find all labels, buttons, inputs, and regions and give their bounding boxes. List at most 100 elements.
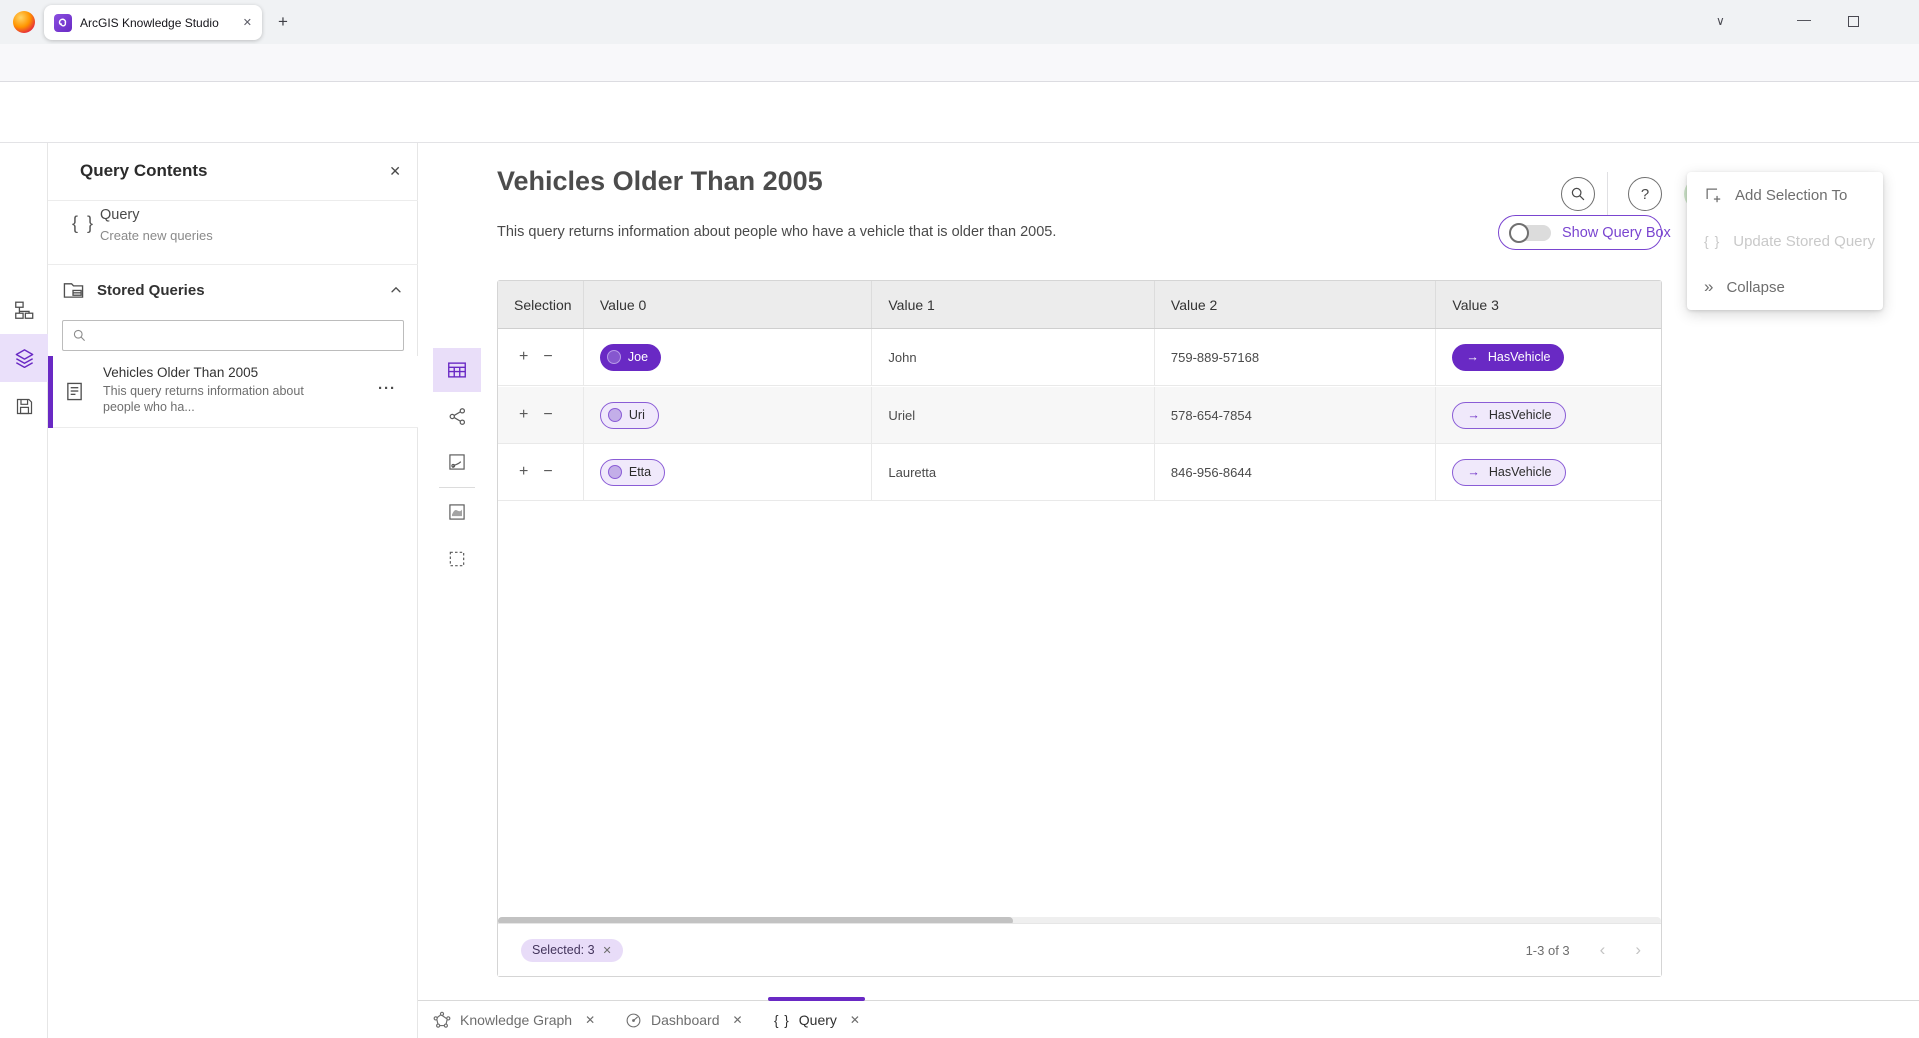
entity-dot-icon [608, 408, 622, 422]
entity-dot-icon [607, 350, 621, 364]
list-tabs-icon[interactable]: ∨ [1716, 14, 1725, 28]
menu-item-label: Add Selection To [1735, 187, 1847, 204]
selected-indicator [48, 356, 53, 428]
query-results-table: Selection Value 0 Value 1 Value 2 Value … [497, 280, 1662, 977]
tab-query[interactable]: { } Query ✕ [774, 1001, 860, 1038]
header-divider [1607, 172, 1608, 217]
cell-value2: 578-654-7854 [1155, 387, 1437, 443]
stored-query-title: Vehicles Older Than 2005 [103, 365, 258, 380]
divider [48, 200, 418, 201]
query-contents-panel: Query Contents ✕ { } Query Create new qu… [48, 143, 418, 1038]
braces-icon: { } [774, 1013, 790, 1028]
table-row: +− Etta Lauretta 846-956-8644 →HasVehicl… [498, 444, 1661, 501]
braces-icon: { } [72, 213, 95, 234]
pagination-info: 1-3 of 3 [1526, 943, 1570, 958]
stored-queries-search-input[interactable] [62, 320, 404, 351]
arrow-right-icon: → [1467, 408, 1480, 422]
query-item-label: Query [100, 207, 140, 223]
firefox-logo-icon[interactable] [13, 11, 35, 33]
active-tab-indicator [768, 997, 865, 1001]
add-selection-icon[interactable]: + [519, 463, 528, 481]
stored-query-list-item[interactable]: Vehicles Older Than 2005 This query retu… [48, 356, 418, 428]
tab-label: Query [799, 1012, 837, 1028]
selected-count-label: Selected: 3 [532, 943, 595, 957]
col-header-value3[interactable]: Value 3 [1436, 281, 1661, 328]
select-features-icon[interactable] [433, 490, 481, 534]
col-header-value1[interactable]: Value 1 [872, 281, 1155, 328]
marquee-select-icon[interactable] [433, 537, 481, 581]
col-header-value2[interactable]: Value 2 [1155, 281, 1437, 328]
link-chart-icon[interactable] [433, 394, 481, 438]
tab-close-icon[interactable]: ✕ [585, 1013, 595, 1027]
table-row: +− Joe John 759-889-57168 →HasVehicle [498, 329, 1661, 386]
item-options-menu-icon[interactable]: ··· [378, 380, 396, 397]
stored-query-doc-icon [65, 381, 84, 402]
menu-item-update-stored-query[interactable]: { } Update Stored Query [1687, 218, 1883, 264]
col-header-value0[interactable]: Value 0 [584, 281, 873, 328]
add-selection-icon[interactable]: + [519, 406, 528, 424]
browser-nav-bar: ← → https://dev0028833.esri.com/portal/a… [0, 44, 1919, 82]
stored-queries-folder-icon [62, 279, 85, 300]
table-footer: Selected: 3 ✕ 1-3 of 3 ‹ › [498, 923, 1661, 976]
arrow-right-icon: → [1467, 465, 1480, 479]
window-maximize-icon[interactable] [1848, 16, 1859, 27]
app-window: ArcGIS Knowledge Studio ✕ + ∨ — ← → http… [0, 0, 1919, 1038]
query-item-sublabel: Create new queries [100, 228, 213, 243]
app-header: Certification Project ? PL publisher2 la… [0, 82, 1919, 143]
entity-pill[interactable]: Joe [600, 344, 661, 371]
table-header-row: Selection Value 0 Value 1 Value 2 Value … [498, 281, 1661, 329]
col-header-selection[interactable]: Selection [498, 281, 584, 328]
menu-item-collapse[interactable]: » Collapse [1687, 264, 1883, 310]
page-title: Vehicles Older Than 2005 [497, 166, 823, 197]
help-button[interactable]: ? [1628, 177, 1662, 211]
menu-item-label: Update Stored Query [1733, 233, 1875, 250]
tab-close-icon[interactable]: ✕ [850, 1013, 860, 1027]
next-page-button[interactable]: › [1635, 940, 1641, 960]
remove-selection-icon[interactable]: − [543, 348, 552, 366]
tab-dashboard[interactable]: Dashboard ✕ [625, 1001, 743, 1038]
chevrons-right-icon: » [1704, 277, 1713, 297]
remove-selection-icon[interactable]: − [543, 406, 552, 424]
window-minimize-icon[interactable]: — [1797, 11, 1811, 27]
show-query-box-toggle[interactable]: Show Query Box [1498, 215, 1662, 250]
entity-pill[interactable]: Etta [600, 459, 665, 486]
table-view-icon[interactable] [433, 348, 481, 392]
content-tab-bar: Knowledge Graph ✕ Dashboard ✕ { } Query … [418, 1000, 1919, 1038]
new-tab-button[interactable]: + [278, 12, 288, 32]
entity-pill[interactable]: Uri [600, 402, 659, 429]
tab-favicon-icon [54, 14, 72, 32]
clear-selection-icon[interactable]: ✕ [603, 944, 612, 957]
tab-label: Knowledge Graph [460, 1012, 572, 1028]
tab-knowledge-graph[interactable]: Knowledge Graph ✕ [433, 1001, 595, 1038]
browser-tab-strip: ArcGIS Knowledge Studio ✕ + ∨ — [0, 0, 1919, 44]
cell-value1: Lauretta [872, 444, 1155, 500]
remove-selection-icon[interactable]: − [543, 463, 552, 481]
add-selection-icon[interactable]: + [519, 348, 528, 366]
toggle-switch[interactable] [1509, 223, 1553, 243]
browser-tab[interactable]: ArcGIS Knowledge Studio ✕ [44, 5, 262, 40]
cell-value2: 759-889-57168 [1155, 329, 1437, 385]
cell-value1: Uriel [872, 387, 1155, 443]
data-model-icon[interactable] [0, 286, 48, 334]
stored-query-desc-line1: This query returns information about [103, 384, 304, 398]
stored-query-desc-line2: people who ha... [103, 400, 195, 414]
relationship-pill[interactable]: →HasVehicle [1452, 459, 1566, 486]
relationship-pill[interactable]: →HasVehicle [1452, 402, 1566, 429]
lasso-select-icon[interactable] [433, 440, 481, 484]
panel-close-icon[interactable]: ✕ [389, 163, 401, 180]
search-button[interactable] [1561, 177, 1595, 211]
tab-title: ArcGIS Knowledge Studio [80, 16, 235, 30]
tab-close-icon[interactable]: ✕ [733, 1013, 743, 1027]
tab-close-icon[interactable]: ✕ [243, 16, 252, 29]
layers-icon[interactable] [0, 334, 48, 382]
selected-count-chip[interactable]: Selected: 3 ✕ [521, 939, 623, 962]
previous-page-button[interactable]: ‹ [1600, 940, 1606, 960]
relationship-pill[interactable]: →HasVehicle [1452, 344, 1564, 371]
collapse-section-icon[interactable] [389, 283, 403, 297]
table-row: +− Uri Uriel 578-654-7854 →HasVehicle [498, 387, 1661, 444]
menu-item-label: Collapse [1726, 279, 1784, 296]
save-icon[interactable] [0, 382, 48, 430]
menu-item-add-selection-to[interactable]: Add Selection To [1687, 172, 1883, 218]
cell-value1: John [872, 329, 1155, 385]
braces-icon: { } [1704, 233, 1720, 249]
